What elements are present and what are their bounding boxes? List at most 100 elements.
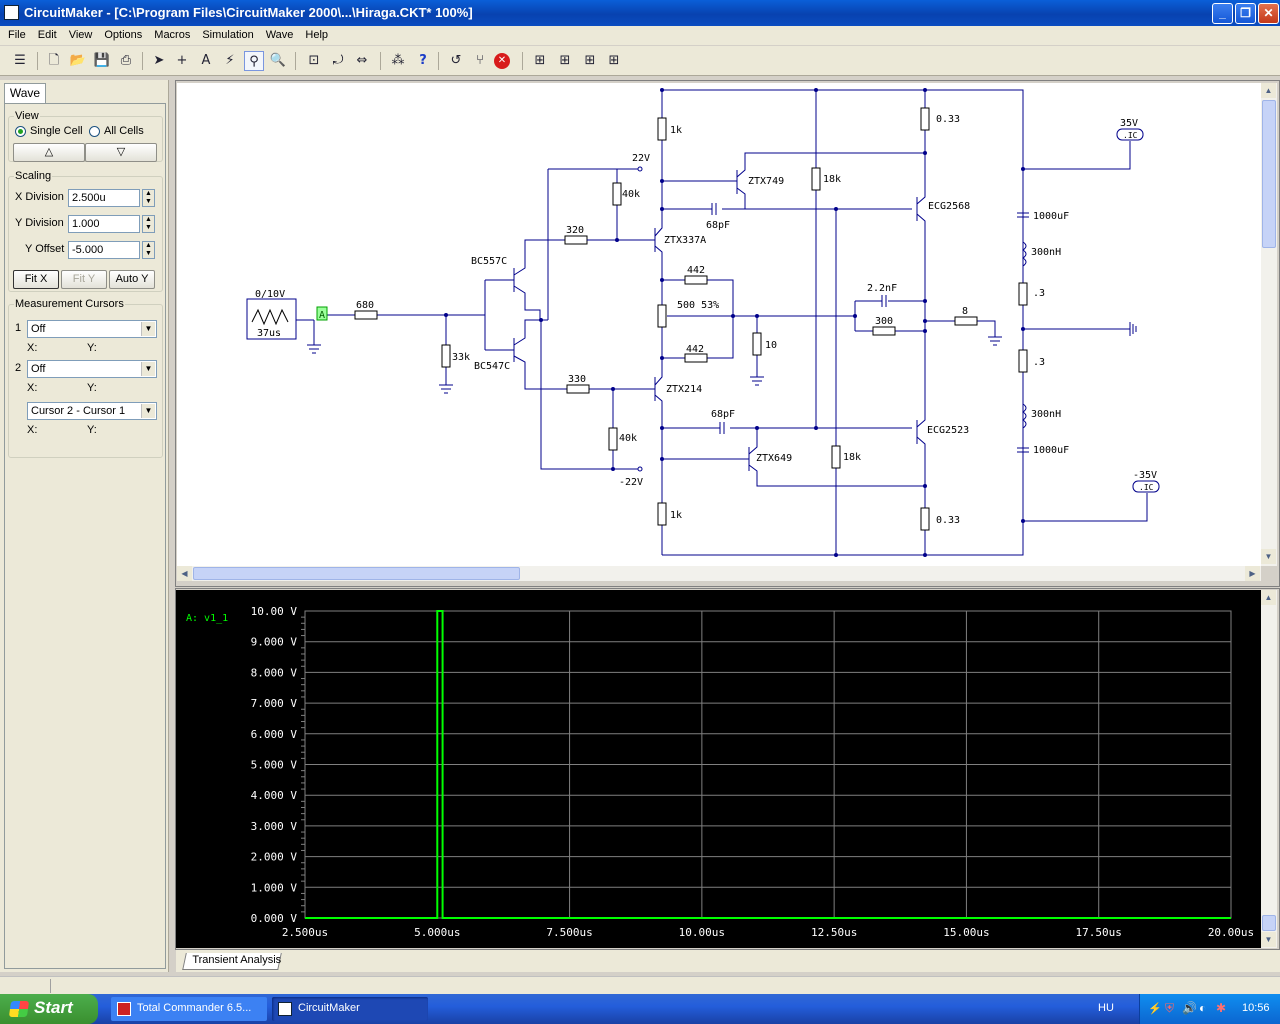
zoom-fit-icon[interactable]: ⊡ — [304, 51, 324, 71]
scroll-up-icon[interactable]: ▲ — [1261, 590, 1276, 605]
maximize-button[interactable]: ❐ — [1235, 3, 1256, 24]
y-tick-label: 2.000 V — [251, 851, 298, 864]
clock: 10:56 — [1242, 1002, 1270, 1014]
mirror-icon[interactable]: ⇔ — [352, 51, 372, 71]
x-tick-label: 20.00us — [1208, 926, 1254, 939]
task-total-commander[interactable]: Total Commander 6.5... — [111, 997, 267, 1021]
tab-wave[interactable]: Wave — [4, 83, 46, 104]
chevron-down-icon: ▼ — [141, 322, 155, 336]
save-icon[interactable]: 💾 — [92, 51, 112, 71]
all-cells-radio[interactable] — [89, 126, 100, 137]
task-total-commander-label: Total Commander 6.5... — [137, 1002, 252, 1014]
schematic-vscroll-thumb[interactable] — [1262, 100, 1276, 248]
fit-y-button[interactable]: Fit Y — [61, 270, 107, 289]
close-button[interactable]: ✕ — [1258, 3, 1279, 24]
cursor1-number: 1 — [15, 322, 22, 334]
cursor2-select[interactable]: Off ▼ — [27, 360, 157, 378]
cursor1-y-label: Y: — [87, 342, 97, 354]
cell-down-button[interactable]: ▽ — [85, 143, 157, 162]
digital-analog-icon[interactable]: ⁂ — [388, 51, 408, 71]
y-tick-label: 5.000 V — [251, 759, 298, 772]
probe-a[interactable]: A — [319, 310, 325, 321]
single-cell-radio[interactable] — [15, 126, 26, 137]
tray-app-icon[interactable]: ◐ — [1199, 1001, 1206, 1015]
scroll-up-icon[interactable]: ▲ — [1261, 83, 1276, 98]
scroll-down-icon[interactable]: ▼ — [1261, 932, 1276, 947]
wave-probe-icon[interactable]: ⚲ — [244, 51, 264, 71]
task-circuitmaker[interactable]: CircuitMaker — [272, 997, 428, 1021]
schematic-hscroll[interactable]: ◀ ▶ — [177, 566, 1261, 581]
cursor-diff-y-label: Y: — [87, 424, 97, 436]
x-division-input[interactable]: 2.500u — [68, 189, 140, 207]
cursor1-select[interactable]: Off ▼ — [27, 320, 157, 338]
trace-icon[interactable]: ⊞ — [530, 51, 550, 71]
label-vm35: -35V — [1133, 470, 1157, 481]
step-icon[interactable]: ⑂ — [470, 51, 490, 71]
label-ztx749: ZTX749 — [748, 176, 784, 187]
fit-x-button[interactable]: Fit X — [13, 270, 59, 289]
auto-y-button[interactable]: Auto Y — [109, 270, 155, 289]
network-icon[interactable]: ⚡ — [1148, 1002, 1162, 1015]
zoom-icon[interactable]: 🔍 — [268, 51, 288, 71]
bluetooth-icon[interactable]: ✱ — [1216, 1001, 1226, 1015]
minimize-button[interactable]: _ — [1212, 3, 1233, 24]
menu-macros[interactable]: Macros — [148, 26, 196, 45]
y-tick-label: 8.000 V — [251, 666, 298, 679]
waveform-icon[interactable]: ⊞ — [555, 51, 575, 71]
y-division-input[interactable]: 1.000 — [68, 215, 140, 233]
stop-icon[interactable]: ✕ — [494, 53, 510, 69]
y-division-spinner[interactable]: ▲ ▼ — [142, 215, 155, 233]
cursor2-value: Off — [31, 363, 46, 375]
print-icon[interactable]: ⎙ — [116, 51, 136, 71]
y-offset-label: Y Offset — [25, 243, 65, 255]
schematic-canvas[interactable]: 0/10V 37us A 680 33k BC557C BC547C 320 3… — [177, 83, 1261, 566]
analysis-tabs: Transient Analysis — [176, 950, 1280, 972]
label-c1000-top: 1000uF — [1033, 211, 1069, 222]
rotate-icon[interactable]: ⤾ — [328, 51, 348, 71]
y-offset-input[interactable]: -5.000 — [68, 241, 140, 259]
open-file-icon[interactable]: 📂 — [68, 51, 88, 71]
start-button[interactable]: Start — [0, 994, 98, 1024]
menu-view[interactable]: View — [63, 26, 99, 45]
menu-help[interactable]: Help — [299, 26, 334, 45]
waveform-chart: 0.000 V 1.000 V 2.000 V 3.000 V 4.000 V 5.000… — [186, 605, 1254, 939]
device-library-icon[interactable]: ☰ — [10, 51, 30, 71]
menu-simulation[interactable]: Simulation — [196, 26, 259, 45]
analysis-icon[interactable]: ⊞ — [580, 51, 600, 71]
y-offset-spinner[interactable]: ▲ ▼ — [142, 241, 155, 259]
volume-icon[interactable]: 🔊 — [1182, 1001, 1197, 1015]
all-cells-label: All Cells — [104, 125, 144, 137]
tab-transient-analysis[interactable]: Transient Analysis — [182, 953, 282, 970]
new-file-icon[interactable]: 🗋 — [44, 51, 64, 71]
x-tick-label: 2.500us — [282, 926, 328, 939]
label-r1k-bot: 1k — [670, 510, 682, 521]
schematic-vscroll[interactable]: ▲ ▼ — [1261, 83, 1277, 566]
wave-vscroll-thumb[interactable] — [1262, 915, 1276, 931]
menu-edit[interactable]: Edit — [32, 26, 63, 45]
menu-options[interactable]: Options — [98, 26, 148, 45]
probe-tool-icon[interactable]: ⚡ — [220, 51, 240, 71]
cursor-diff-select[interactable]: Cursor 2 - Cursor 1 ▼ — [27, 402, 157, 420]
menu-file[interactable]: File — [2, 26, 32, 45]
setup-analysis-icon[interactable]: ⊞ — [604, 51, 624, 71]
cursor1-value: Off — [31, 323, 46, 335]
menu-wave[interactable]: Wave — [260, 26, 300, 45]
language-indicator[interactable]: HU — [1098, 1002, 1114, 1014]
scroll-right-icon[interactable]: ▶ — [1245, 566, 1260, 581]
schematic-hscroll-thumb[interactable] — [193, 567, 520, 580]
arrow-tool-icon[interactable]: ➤ — [149, 51, 169, 71]
security-shield-icon[interactable]: ⛨ — [1165, 1001, 1174, 1016]
label-r1k-top: 1k — [670, 125, 682, 136]
x-division-spinner[interactable]: ▲ ▼ — [142, 189, 155, 207]
wire-tool-icon[interactable]: + — [172, 51, 192, 71]
text-tool-icon[interactable]: A — [196, 51, 216, 71]
scroll-down-icon[interactable]: ▼ — [1261, 549, 1276, 564]
label-r18k-a: 18k — [823, 174, 841, 185]
help-icon[interactable]: ? — [413, 51, 433, 71]
window-title: CircuitMaker - [C:\Program Files\Circuit… — [24, 5, 473, 20]
cell-up-button[interactable]: △ — [13, 143, 85, 162]
scroll-left-icon[interactable]: ◀ — [177, 566, 192, 581]
waveform-window[interactable]: 0.000 V 1.000 V 2.000 V 3.000 V 4.000 V 5.000… — [176, 590, 1261, 948]
wave-vscroll[interactable]: ▲ ▼ — [1261, 590, 1277, 948]
reset-icon[interactable]: ↺ — [446, 51, 466, 71]
